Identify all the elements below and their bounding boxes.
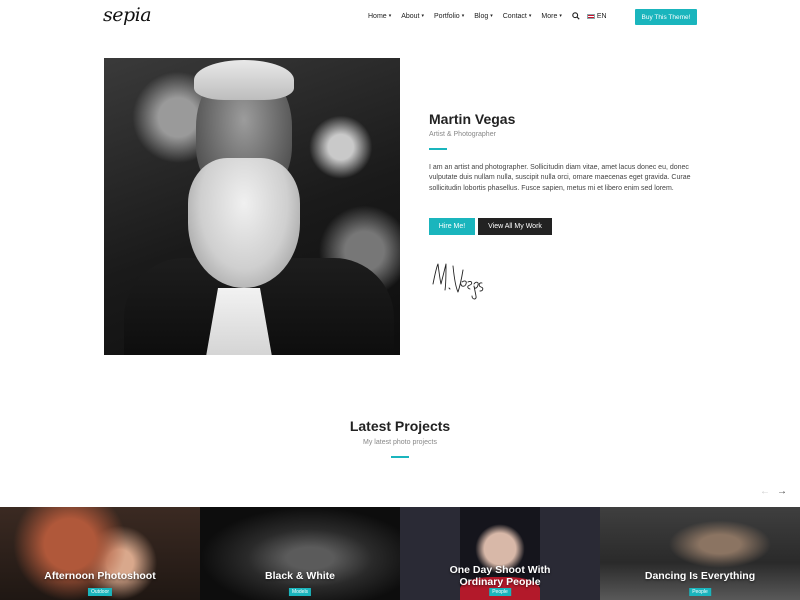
project-title: One Day Shoot With Ordinary People (449, 564, 551, 588)
project-tag[interactable]: Outdoor (87, 588, 113, 596)
site-logo[interactable]: sepia (103, 4, 152, 26)
flag-icon (586, 13, 595, 19)
section-title: Latest Projects (349, 418, 451, 434)
chevron-down-icon: ▾ (388, 13, 392, 19)
nav-contact-label: Contact (502, 12, 527, 20)
nav-contact[interactable]: Contact ▾ (503, 13, 532, 20)
projects-carousel: Afternoon Photoshoot Outdoor Black & Whi… (0, 507, 800, 600)
profile-bio: I am an artist and photographer. Sollici… (429, 164, 691, 192)
main-nav: Home ▾ About ▾ Portfolio ▾ Blog ▾ Contact ▾ M… (368, 12, 607, 20)
project-tag[interactable]: People (689, 588, 711, 596)
site-header: sepia Home ▾ About ▾ Portfolio ▾ Blog ▾ Cont… (0, 0, 800, 36)
project-card[interactable]: One Day Shoot With Ordinary People Peopl… (400, 507, 600, 600)
profile-role: Artist & Photographer (429, 131, 496, 138)
project-tag[interactable]: People (489, 588, 511, 596)
accent-divider (429, 148, 447, 150)
nav-more-label: More (541, 12, 558, 20)
chevron-down-icon: ▾ (528, 13, 532, 19)
nav-more[interactable]: More ▾ (541, 13, 561, 20)
chevron-down-icon: ▾ (490, 13, 493, 19)
signature (432, 263, 484, 300)
buy-theme-button[interactable]: Buy This Theme! (635, 9, 697, 25)
arrow-right-icon[interactable]: → (777, 486, 787, 497)
section-subtitle: My latest photo projects (363, 439, 437, 446)
carousel-controls: ← → (760, 486, 787, 497)
nav-about-label: About (401, 12, 420, 20)
project-title: Dancing Is Everything (644, 570, 756, 582)
profile-name: Martin Vegas (429, 111, 516, 127)
chevron-down-icon: ▾ (421, 13, 425, 19)
nav-home-label: Home (368, 12, 387, 20)
project-tag[interactable]: Models (288, 588, 312, 596)
project-card[interactable]: Afternoon Photoshoot Outdoor (0, 507, 200, 600)
project-title: Afternoon Photoshoot (44, 570, 156, 582)
nav-portfolio[interactable]: Portfolio ▾ (434, 13, 464, 20)
project-card[interactable]: Dancing Is Everything People (600, 507, 800, 600)
project-title: Black & White (264, 570, 335, 582)
nav-about[interactable]: About ▾ (401, 13, 424, 20)
nav-home[interactable]: Home ▾ (368, 13, 391, 20)
arrow-left-icon[interactable]: ← (760, 486, 770, 497)
nav-blog[interactable]: Blog ▾ (474, 13, 493, 20)
nav-blog-label: Blog (474, 12, 489, 20)
profile-photo (104, 58, 400, 355)
language-selector[interactable]: EN (586, 12, 607, 20)
section-accent-divider (391, 456, 409, 458)
language-label: EN (596, 12, 607, 20)
chevron-down-icon: ▾ (559, 13, 562, 19)
nav-portfolio-label: Portfolio (434, 12, 460, 20)
project-card[interactable]: Black & White Models (200, 507, 400, 600)
search-icon[interactable] (572, 12, 580, 20)
hire-me-button[interactable]: Hire Me! (429, 218, 475, 235)
chevron-down-icon: ▾ (461, 13, 465, 19)
view-all-work-button[interactable]: View All My Work (478, 218, 552, 235)
